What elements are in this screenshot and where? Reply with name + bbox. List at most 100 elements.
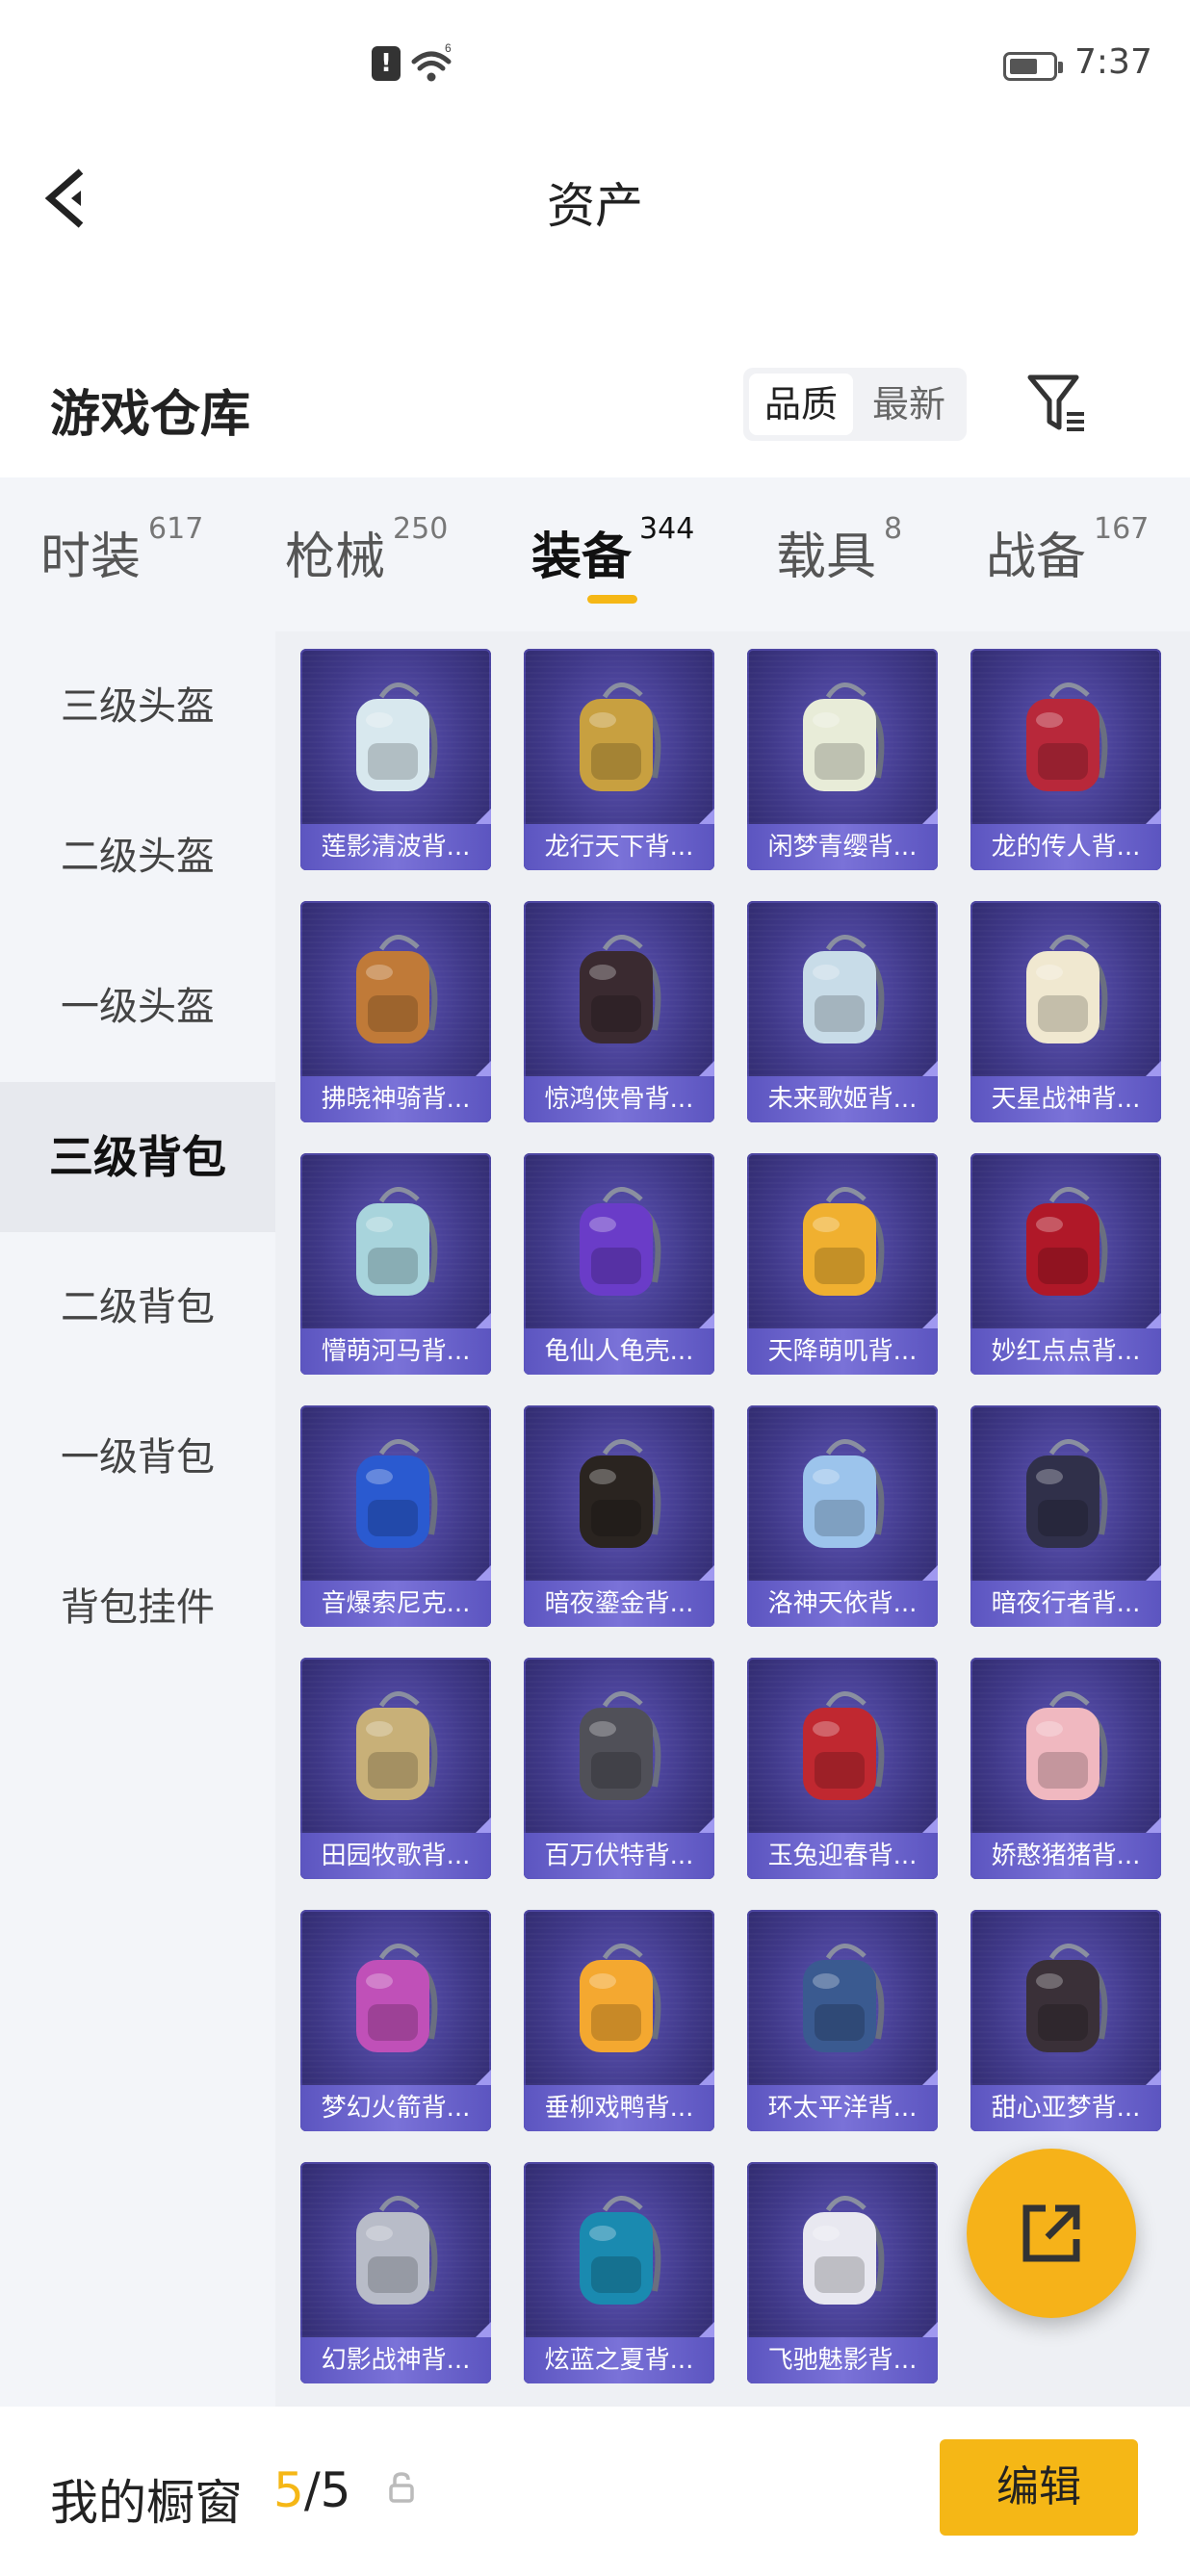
- tab-guns[interactable]: 枪械 250: [285, 512, 448, 588]
- backpack-image: [1026, 1691, 1108, 1800]
- sort-newest[interactable]: 最新: [857, 374, 961, 435]
- backpack-card[interactable]: 幻影战神背...: [300, 2162, 491, 2383]
- backpack-card[interactable]: 百万伏特背...: [524, 1658, 714, 1879]
- backpack-image: [803, 2196, 885, 2305]
- tab-label: 装备: [531, 528, 633, 586]
- backpack-image: [356, 1691, 438, 1800]
- backpack-card[interactable]: 惊鸿侠骨背...: [524, 901, 714, 1122]
- tab-label: 时装: [40, 528, 142, 586]
- backpack-card[interactable]: 梦幻火箭背...: [300, 1910, 491, 2131]
- card-corner: [1146, 1565, 1161, 1581]
- backpack-name: 莲影清波背...: [300, 824, 491, 870]
- backpack-image: [356, 1187, 438, 1296]
- backpack-card[interactable]: 炫蓝之夏背...: [524, 2162, 714, 2383]
- sidebar-item-backpack-3[interactable]: 三级背包: [0, 1082, 275, 1232]
- sidebar-item-backpack-charm[interactable]: 背包挂件: [0, 1533, 275, 1683]
- backpack-card[interactable]: 暗夜行者背...: [970, 1405, 1161, 1627]
- backpack-card[interactable]: 妙红点点背...: [970, 1153, 1161, 1375]
- backpack-image: [1026, 683, 1108, 791]
- backpack-card[interactable]: 莲影清波背...: [300, 649, 491, 870]
- backpack-image: [356, 935, 438, 1043]
- card-corner: [699, 1817, 714, 1833]
- tab-label: 载具: [776, 528, 877, 586]
- filter-icon[interactable]: [1024, 370, 1092, 437]
- showcase-count: 5/5: [273, 2462, 350, 2518]
- backpack-card[interactable]: 暗夜鎏金背...: [524, 1405, 714, 1627]
- backpack-name: 暗夜鎏金背...: [524, 1581, 714, 1627]
- backpack-name: 垂柳戏鸭背...: [524, 2085, 714, 2131]
- backpack-name: 惊鸿侠骨背...: [524, 1076, 714, 1122]
- category-tabs: 时装 617 枪械 250 装备 344 载具 8 战备 167: [0, 477, 1190, 631]
- backpack-name: 田园牧歌背...: [300, 1833, 491, 1879]
- backpack-image: [1026, 935, 1108, 1043]
- backpack-image: [1026, 1439, 1108, 1548]
- card-corner: [922, 1817, 938, 1833]
- card-corner: [699, 2070, 714, 2085]
- backpack-card[interactable]: 龙行天下背...: [524, 649, 714, 870]
- sidebar-item-backpack-2[interactable]: 二级背包: [0, 1232, 275, 1382]
- backpack-image: [803, 683, 885, 791]
- backpack-name: 天星战神背...: [970, 1076, 1161, 1122]
- section-title: 游戏仓库: [50, 386, 251, 444]
- page-title: 资产: [547, 178, 643, 234]
- tab-supplies[interactable]: 战备 167: [986, 512, 1149, 588]
- backpack-card[interactable]: 玉兔迎春背...: [747, 1658, 938, 1879]
- backpack-card[interactable]: 娇憨猪猪背...: [970, 1658, 1161, 1879]
- sidebar-item-helmet-3[interactable]: 三级头盔: [0, 631, 275, 782]
- sidebar-item-backpack-1[interactable]: 一级背包: [0, 1382, 275, 1533]
- tab-fashion[interactable]: 时装 617: [40, 512, 203, 588]
- backpack-image: [580, 1187, 661, 1296]
- backpack-image: [580, 683, 661, 791]
- sort-quality[interactable]: 品质: [749, 374, 853, 435]
- backpack-image: [803, 1439, 885, 1548]
- backpack-name: 暗夜行者背...: [970, 1581, 1161, 1627]
- tab-count: 8: [884, 512, 903, 546]
- backpack-name: 懵萌河马背...: [300, 1328, 491, 1375]
- backpack-card[interactable]: 天降萌叽背...: [747, 1153, 938, 1375]
- card-corner: [476, 2070, 491, 2085]
- backpack-name: 百万伏特背...: [524, 1833, 714, 1879]
- backpack-card[interactable]: 飞驰魅影背...: [747, 2162, 938, 2383]
- backpack-image: [356, 1944, 438, 2052]
- backpack-card[interactable]: 洛神天依背...: [747, 1405, 938, 1627]
- backpack-image: [1026, 1944, 1108, 2052]
- card-corner: [922, 2322, 938, 2337]
- backpack-card[interactable]: 龙的传人背...: [970, 649, 1161, 870]
- backpack-card[interactable]: 音爆索尼克...: [300, 1405, 491, 1627]
- tab-count: 250: [393, 512, 449, 546]
- backpack-name: 天降萌叽背...: [747, 1328, 938, 1375]
- sidebar-item-helmet-2[interactable]: 二级头盔: [0, 782, 275, 932]
- card-corner: [476, 809, 491, 824]
- backpack-card[interactable]: 田园牧歌背...: [300, 1658, 491, 1879]
- share-button[interactable]: [967, 2149, 1136, 2318]
- backpack-card[interactable]: 垂柳戏鸭背...: [524, 1910, 714, 2131]
- backpack-card[interactable]: 懵萌河马背...: [300, 1153, 491, 1375]
- tab-label: 枪械: [285, 528, 386, 586]
- backpack-card[interactable]: 环太平洋背...: [747, 1910, 938, 2131]
- backpack-card[interactable]: 闲梦青缨背...: [747, 649, 938, 870]
- tab-count: 617: [148, 512, 204, 546]
- card-corner: [1146, 2070, 1161, 2085]
- tab-vehicles[interactable]: 载具 8: [776, 512, 902, 588]
- backpack-name: 闲梦青缨背...: [747, 824, 938, 870]
- backpack-card[interactable]: 拂晓神骑背...: [300, 901, 491, 1122]
- sidebar-item-helmet-1[interactable]: 一级头盔: [0, 932, 275, 1082]
- edit-button[interactable]: 编辑: [940, 2439, 1138, 2536]
- backpack-name: 飞驰魅影背...: [747, 2337, 938, 2383]
- backpack-name: 妙红点点背...: [970, 1328, 1161, 1375]
- backpack-name: 洛神天依背...: [747, 1581, 938, 1627]
- backpack-image: [580, 1691, 661, 1800]
- backpack-name: 甜心亚梦背...: [970, 2085, 1161, 2131]
- backpack-name: 娇憨猪猪背...: [970, 1833, 1161, 1879]
- card-corner: [699, 1313, 714, 1328]
- backpack-card[interactable]: 未来歌姬背...: [747, 901, 938, 1122]
- backpack-card[interactable]: 甜心亚梦背...: [970, 1910, 1161, 2131]
- backpack-card[interactable]: 天星战神背...: [970, 901, 1161, 1122]
- card-corner: [476, 1061, 491, 1076]
- tab-equipment[interactable]: 装备 344: [531, 512, 694, 588]
- status-time: 7:37: [1074, 42, 1152, 82]
- backpack-name: 拂晓神骑背...: [300, 1076, 491, 1122]
- backpack-image: [1026, 1187, 1108, 1296]
- backpack-card[interactable]: 龟仙人龟壳...: [524, 1153, 714, 1375]
- backpack-name: 玉兔迎春背...: [747, 1833, 938, 1879]
